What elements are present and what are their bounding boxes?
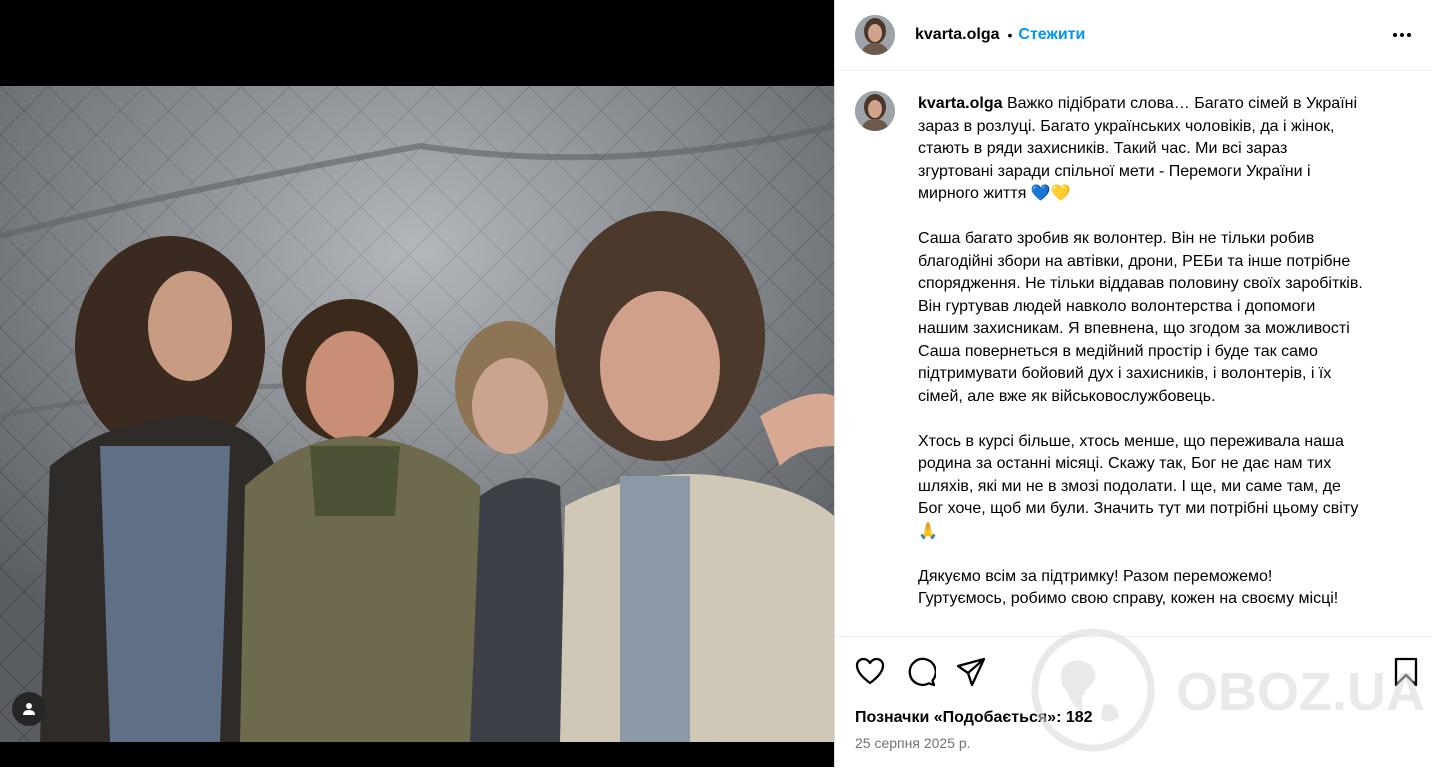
caption-line: Хтось в курсі більше, хтось менше, що пе… (918, 432, 1344, 450)
caption-username[interactable]: kvarta.olga (918, 95, 1002, 112)
caption-avatar[interactable] (855, 91, 895, 131)
post-header: kvarta.olga • Стежити (835, 0, 1432, 71)
caption-line: спорядження. Не тільки віддавав половину… (918, 275, 1363, 292)
post-actions: Позначки «Подобається»: 182 25 серпня 20… (835, 636, 1432, 768)
caption-line: Він гуртував людей навколо волонтерства … (918, 297, 1316, 315)
caption-line: сімей, але вже як військовослужбовець. (918, 387, 1216, 405)
caption-line: мирного життя 💙💛 (918, 185, 1071, 202)
caption-line: 🙏 (918, 522, 938, 540)
follow-button[interactable]: Стежити (1018, 26, 1085, 44)
caption-line: Саша повернеться в медійний простір і бу… (918, 342, 1318, 360)
caption-line: шляхів, які ми не в змозі подолати. І ще… (918, 477, 1341, 495)
post-photo[interactable] (0, 86, 834, 742)
caption-line: Саша багато зробив як волонтер. Він не т… (918, 230, 1315, 247)
heart-icon[interactable] (855, 657, 885, 685)
caption-line: зараз в розлуці. Багато українських чоло… (918, 117, 1335, 135)
user-tag-icon (23, 703, 35, 715)
caption-line: Дякуємо всім за підтримку! Разом перемож… (918, 567, 1273, 585)
likes-count[interactable]: Позначки «Подобається»: 182 (855, 709, 1093, 727)
caption-line: Бог хоче, щоб ми були. Значить тут ми по… (918, 500, 1359, 517)
tagged-users-button[interactable] (12, 692, 46, 726)
post-side-panel: kvarta.olga • Стежити kvarta.olga Важко … (834, 0, 1432, 768)
bookmark-icon[interactable] (1394, 657, 1418, 687)
caption-line: родина за останні місяці. Скажу так, Бог… (918, 455, 1332, 472)
more-options-icon[interactable] (1390, 23, 1414, 47)
caption-line: нашим захисникам. Я впевнена, що згодом … (918, 320, 1350, 337)
share-icon[interactable] (956, 657, 986, 687)
avatar[interactable] (855, 15, 895, 55)
comment-icon[interactable] (906, 657, 936, 687)
caption-line: стають в ряди захисників. Такий час. Ми … (918, 140, 1288, 157)
caption-text: kvarta.olga Важко підібрати слова… Багат… (918, 93, 1408, 611)
caption-line: згуртовані заради спільної мети - Перемо… (918, 162, 1311, 180)
separator-dot: • (1007, 27, 1013, 43)
caption-line: благодійні збори на автівки, дрони, РЕБи… (918, 252, 1351, 270)
post-date[interactable]: 25 серпня 2025 р. (855, 735, 971, 751)
caption-line: Важко підібрати слова… Багато сімей в Ук… (1006, 95, 1358, 112)
username[interactable]: kvarta.olga (915, 26, 999, 44)
post-media (0, 0, 834, 767)
comments-section[interactable]: kvarta.olga Важко підібрати слова… Багат… (835, 71, 1432, 636)
caption-line: Гуртуємось, робимо свою справу, кожен на… (918, 590, 1339, 607)
caption-line: підтримувати бойовий дух і захисників, і… (918, 365, 1332, 382)
